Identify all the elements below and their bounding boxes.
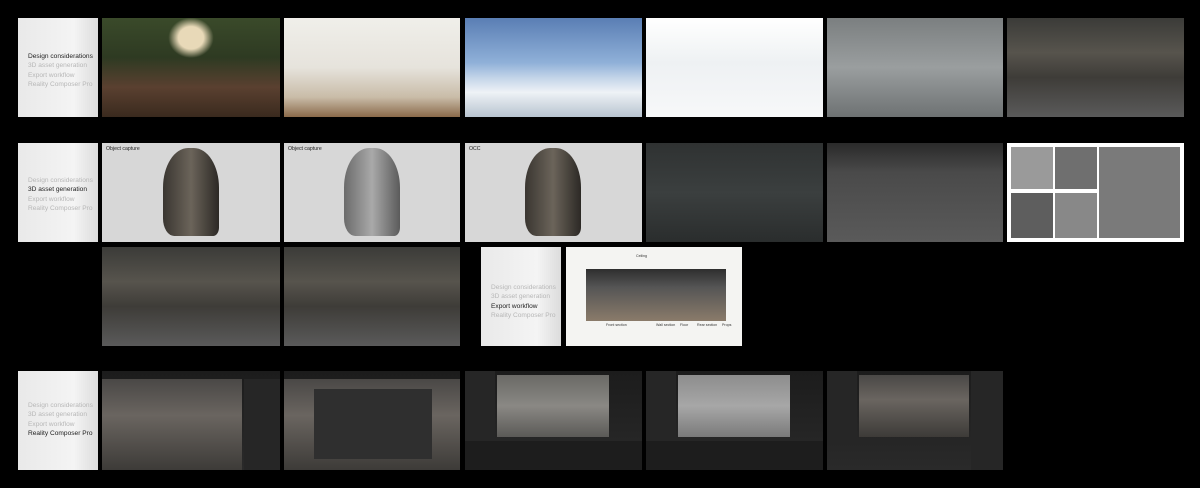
object-capture-grey: Object capture <box>284 143 460 242</box>
card-item: 3D asset generation <box>491 293 551 301</box>
dialog-panel <box>314 389 432 459</box>
card-item: Export workflow <box>28 71 75 79</box>
photo-snow-mountains <box>465 18 642 117</box>
viewport <box>497 375 609 437</box>
node-graph <box>646 441 823 470</box>
viewport <box>102 379 242 470</box>
rcp-screenshot-1 <box>102 371 280 470</box>
outline-panel <box>465 371 495 441</box>
diagram-label: Front section <box>606 323 627 327</box>
diagram-label: Floor <box>680 323 689 327</box>
inspector-panel <box>971 371 1003 470</box>
rock-model <box>343 148 400 236</box>
card-item: Design considerations <box>28 53 93 60</box>
diagram-label: Ceiling <box>636 254 647 258</box>
card-item: Reality Composer Pro <box>491 312 556 320</box>
photo-white-atrium <box>646 18 823 117</box>
node-graph <box>465 441 642 470</box>
object-occ: OCC <box>465 143 642 242</box>
card-item: Export workflow <box>491 302 538 310</box>
render-gallery-a <box>102 247 280 346</box>
title-card-3d-asset-generation: Design considerations 3D asset generatio… <box>18 143 98 242</box>
viewport <box>859 375 969 437</box>
screenshot-3d-editor-grey <box>827 18 1003 117</box>
card-item: Reality Composer Pro <box>28 430 93 438</box>
diagram-label: Props <box>722 323 732 327</box>
rcp-screenshot-4 <box>646 371 823 470</box>
building-cutaway <box>586 269 726 321</box>
card-item: Reality Composer Pro <box>28 205 93 213</box>
render-gallery-interior <box>1007 18 1184 117</box>
rcp-screenshot-5 <box>827 371 1003 470</box>
title-card-reality-composer-pro: Design considerations 3D asset generatio… <box>18 371 98 470</box>
rock-model <box>525 148 582 236</box>
card-item: 3D asset generation <box>28 411 88 419</box>
card-item: Design considerations <box>491 284 556 291</box>
rock-model <box>162 148 219 236</box>
render-gallery-b <box>284 247 460 346</box>
photo-artist-studio <box>284 18 460 117</box>
rcp-screenshot-3 <box>465 371 642 470</box>
object-label: Object capture <box>288 146 322 152</box>
export-cutaway-diagram: Ceiling Front section Wall section Floor… <box>566 247 742 346</box>
card-item: Design considerations <box>28 177 93 184</box>
render-wireframe-gallery <box>646 143 823 242</box>
title-card-export-workflow: Design considerations 3D asset generatio… <box>481 247 561 346</box>
card-item: 3D asset generation <box>28 62 88 70</box>
texture-atlas <box>1007 143 1184 242</box>
outline-panel <box>646 371 676 441</box>
object-label: Object capture <box>106 146 140 152</box>
card-item: Export workflow <box>28 195 75 203</box>
photo-forest-bed <box>102 18 280 117</box>
diagram-label: Wall section <box>656 323 676 327</box>
card-item: Design considerations <box>28 402 93 409</box>
object-capture-textured: Object capture <box>102 143 280 242</box>
card-item: 3D asset generation <box>28 186 88 194</box>
card-item: Reality Composer Pro <box>28 81 93 89</box>
card-item: Export workflow <box>28 420 75 428</box>
render-floor-props <box>827 143 1003 242</box>
viewport <box>678 375 790 437</box>
inspector-panel <box>244 379 280 470</box>
outline-panel <box>827 371 857 441</box>
diagram-label: Rear section <box>697 323 718 327</box>
rcp-screenshot-2 <box>284 371 460 470</box>
object-label: OCC <box>469 146 481 152</box>
title-card-design-considerations: Design considerations 3D asset generatio… <box>18 18 98 117</box>
